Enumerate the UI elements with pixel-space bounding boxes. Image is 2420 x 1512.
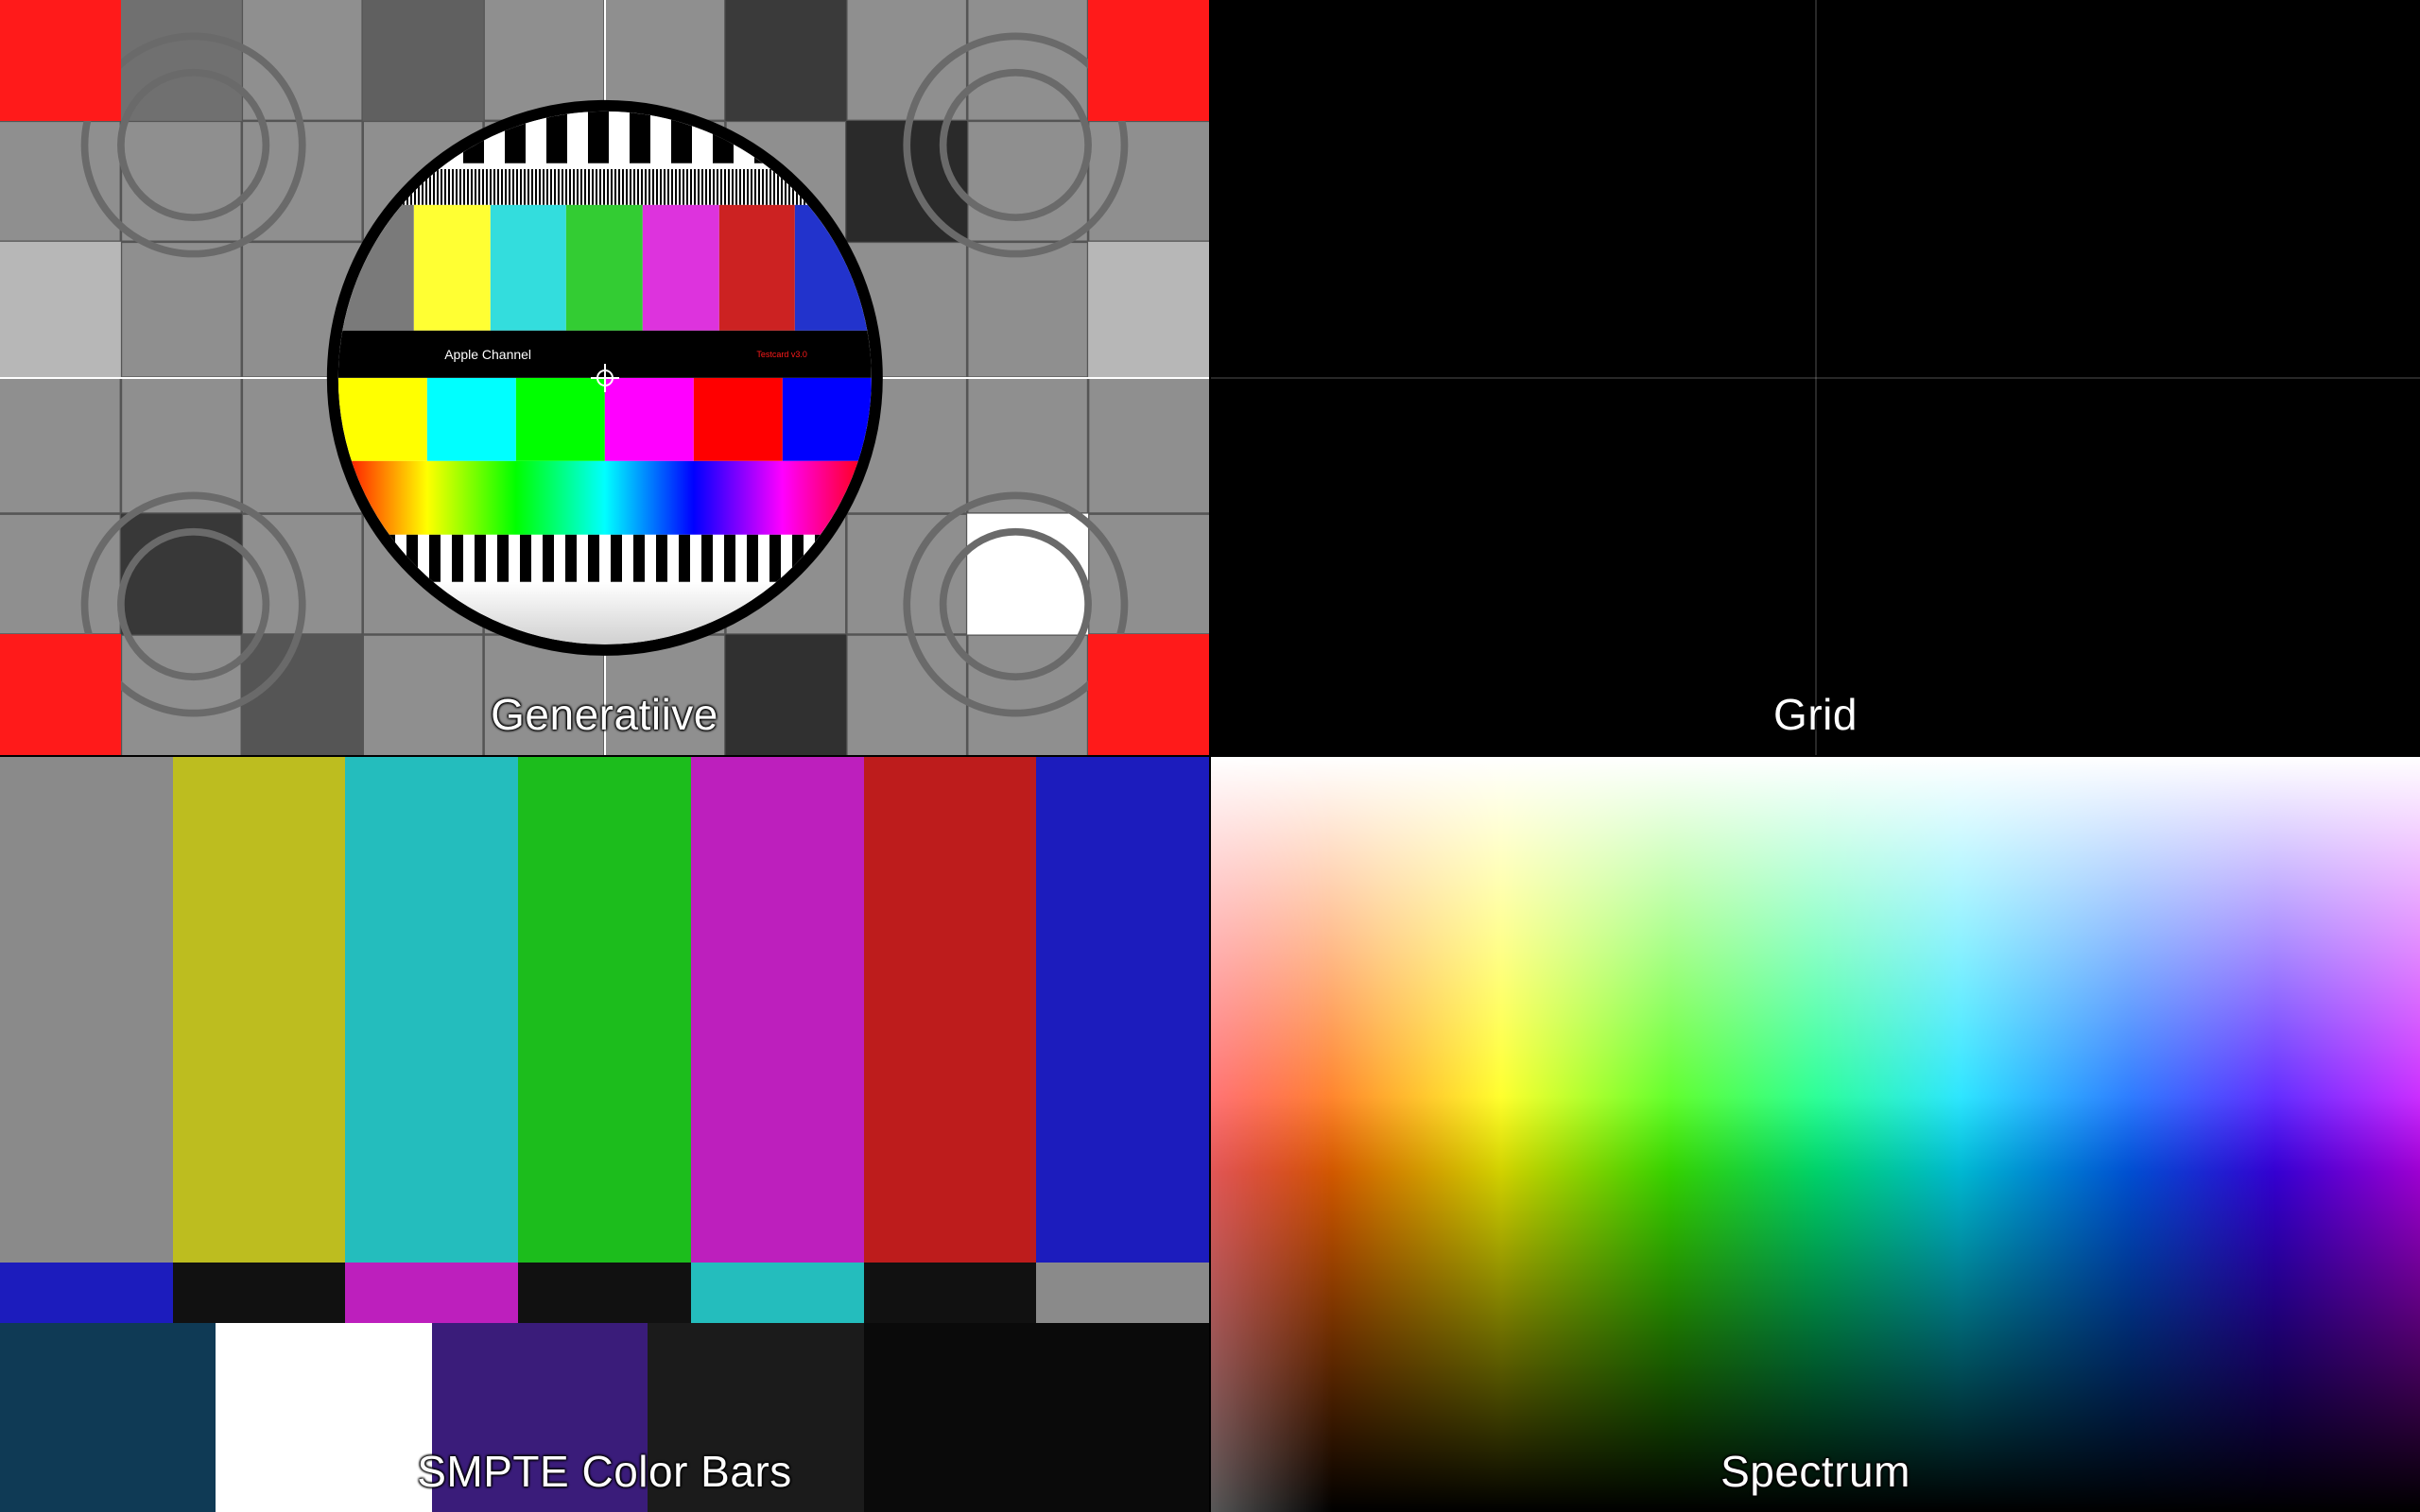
tile-label-grid: Grid — [1773, 689, 1858, 740]
tile-label-generative: Generatiive — [491, 689, 718, 740]
channel-name: Apple Channel — [444, 347, 531, 362]
testcard-version: Testcard v3.0 — [756, 350, 807, 359]
tile-spectrum[interactable]: Spectrum — [1211, 757, 2420, 1512]
corner-marker-br — [1088, 634, 1209, 755]
pattern-selection-grid: Apple Channel Testcard v3.0 Generatiive … — [0, 0, 2420, 1512]
smpte-mid-bars — [0, 1263, 1209, 1323]
tile-grid[interactable]: Grid — [1211, 0, 2420, 755]
grid-center-hline — [1211, 377, 2420, 378]
tile-smpte[interactable]: SMPTE Color Bars — [0, 757, 1209, 1512]
corner-marker-bl — [0, 634, 121, 755]
testcard-circle: Apple Channel Testcard v3.0 — [326, 99, 882, 655]
tile-generative[interactable]: Apple Channel Testcard v3.0 Generatiive — [0, 0, 1209, 755]
corner-marker-tr — [1088, 0, 1209, 121]
corner-marker-tl — [0, 0, 121, 121]
tile-label-spectrum: Spectrum — [1720, 1446, 1910, 1497]
smpte-top-bars — [0, 757, 1209, 1263]
spectrum-left-fade — [1211, 757, 2420, 1512]
tile-label-smpte: SMPTE Color Bars — [417, 1446, 792, 1497]
